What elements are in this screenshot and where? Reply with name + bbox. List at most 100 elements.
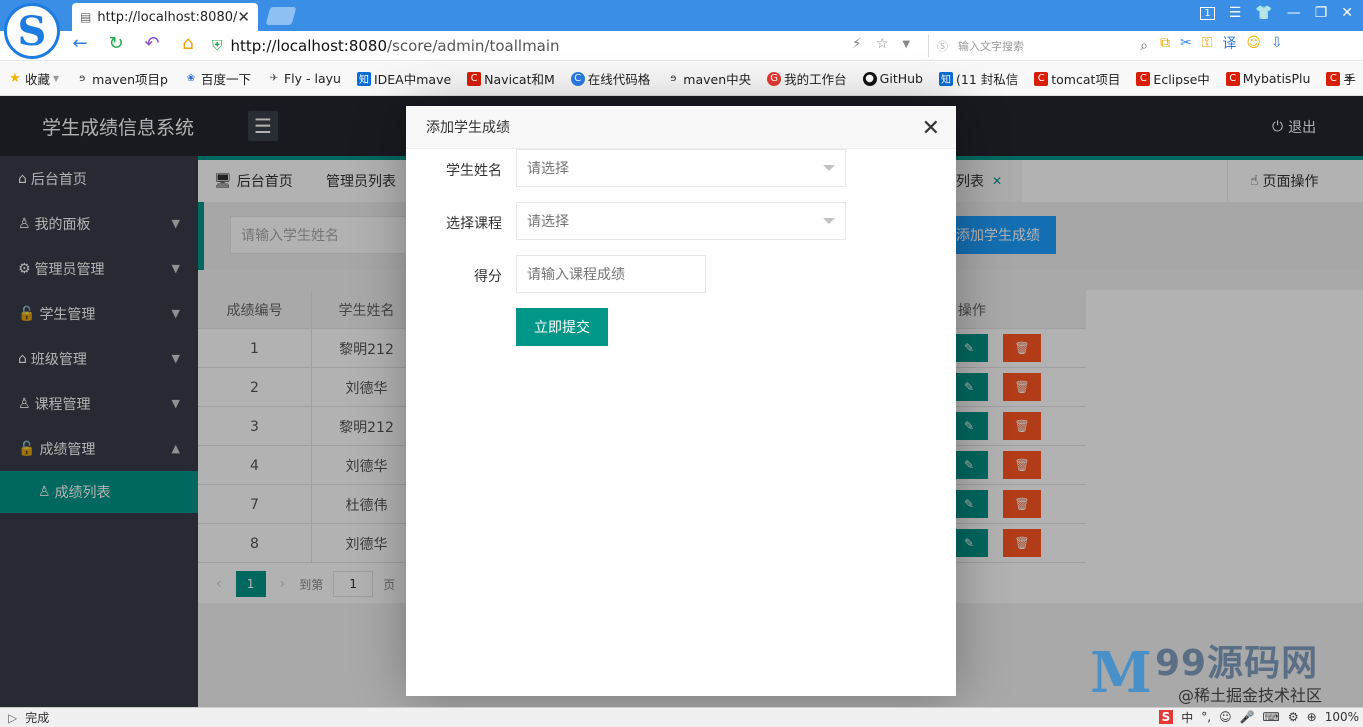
bookmark-label: Fly - layu (283, 71, 341, 86)
bookmark-label: (11 封私信 (955, 72, 1019, 87)
browser-search-placeholder: 输入文字搜索 (958, 40, 1024, 53)
watermark-sub: @稀土掘金技术社区 (1178, 686, 1323, 705)
bookmark-item[interactable]: ɘ maven项目p (75, 69, 168, 88)
back-icon[interactable]: ← (66, 33, 94, 54)
student-select-value: 请选择 (527, 161, 569, 177)
bookmark-label: 在线代码格 (587, 72, 651, 87)
zoom-icon[interactable]: ⊕ (1307, 710, 1317, 724)
bookmark-label: 百度一下 (200, 72, 251, 87)
ime-mode-icon[interactable]: 中 (1181, 709, 1193, 726)
chevron-down-icon (823, 165, 835, 171)
student-select[interactable]: 请选择 (516, 149, 846, 187)
browser-search-field[interactable]: Ⓢ 输入文字搜索 ⌕ (928, 35, 1148, 57)
bookmark-item[interactable]: ɘ maven中央 (666, 69, 751, 88)
play-icon: ▷ (8, 710, 18, 725)
browser-tab-title: http://localhost:8080/s (97, 9, 238, 25)
close-tab-icon[interactable]: ✕ (237, 8, 250, 26)
lightning-icon[interactable]: ⚡ (852, 36, 862, 52)
zhihu-icon: 知 (938, 71, 953, 86)
score-placeholder: 请输入课程成绩 (527, 267, 625, 283)
menu-icon[interactable]: ☰ (1229, 5, 1242, 21)
bookmark-item[interactable]: Ctomcat项目 (1034, 69, 1120, 88)
extension-icon[interactable]: ⧉ (1160, 35, 1170, 51)
dropdown-icon[interactable]: ▼ (902, 39, 910, 50)
c-icon: C (570, 71, 585, 86)
bookmark-label: 我的工作台 (784, 72, 847, 87)
csdn-icon: C (1034, 71, 1049, 86)
course-select[interactable]: 请选择 (516, 202, 846, 240)
url-actions: ⚡ ☆ ▼ (852, 36, 910, 52)
bookmarks-bar: ★ 收藏 ▼ ɘ maven项目p ❀ 百度一下 ✈ Fly - layu 知 IDEA中m… (0, 62, 1363, 96)
close-window-icon[interactable]: ✕ (1341, 5, 1353, 21)
score-input[interactable]: 请输入课程成绩 (516, 255, 706, 293)
bookmark-item[interactable]: C 在线代码格 (570, 69, 651, 88)
csdn-icon: C (467, 71, 482, 86)
bookmark-item[interactable]: ★ 收藏 ▼ (8, 69, 59, 88)
key-icon[interactable]: ⚿ (1202, 35, 1213, 51)
bookmark-label: 收藏 (25, 72, 51, 87)
bookmark-item[interactable]: C Navicat和M (467, 69, 555, 88)
minimize-icon[interactable]: — (1287, 5, 1301, 21)
bookmark-label: Navicat和M (484, 72, 555, 87)
more-bookmarks-icon[interactable]: » (1345, 71, 1353, 86)
score-label: 得分 (474, 269, 502, 285)
watermark-brand: 99源码网 (1155, 643, 1319, 684)
csdn-icon: C (1225, 71, 1240, 86)
watermark: M 99源码网 @稀土掘金技术社区 (1090, 630, 1363, 707)
punctuation-icon[interactable]: °, (1201, 710, 1211, 724)
bookmark-item[interactable]: ✈ Fly - layu (267, 71, 341, 86)
ime-icon[interactable]: S (1158, 710, 1174, 724)
emoji-icon[interactable]: ☺ (1219, 710, 1232, 724)
bookmark-label: Eclipse中 (1153, 72, 1210, 87)
url-field[interactable]: ⛨ http://localhost:8080 /score/admin/toa… (212, 34, 922, 58)
chevron-down-icon (823, 218, 835, 224)
maximize-icon[interactable]: ❐ (1315, 5, 1328, 21)
course-label: 选择课程 (446, 216, 502, 232)
window-controls: 1 ☰ 👕 — ❐ ✕ (1200, 5, 1353, 21)
refresh-icon[interactable]: ↻ (102, 33, 130, 54)
window-count-badge[interactable]: 1 (1200, 6, 1215, 20)
scissors-icon[interactable]: ✂ (1180, 35, 1192, 51)
url-host: http://localhost:8080 (230, 37, 388, 55)
smile-icon[interactable]: ☺ (1246, 35, 1261, 51)
browser-logo-icon: S (4, 3, 60, 59)
keyboard-icon[interactable]: ⌨ (1263, 710, 1280, 724)
bookmark-star-icon[interactable]: ☆ (876, 36, 889, 52)
watermark-logo-icon: M (1090, 640, 1152, 706)
bookmark-item[interactable]: 知 (11 封私信 (938, 69, 1019, 88)
search-icon[interactable]: ⌕ (1140, 38, 1148, 54)
bookmark-label: maven项目p (92, 72, 168, 87)
close-icon[interactable]: ✕ (922, 116, 940, 141)
page-icon: ▤ (80, 10, 92, 24)
bookmark-item[interactable]: C Eclipse中 (1136, 69, 1210, 88)
dialog-header: 添加学生成绩 (406, 106, 956, 149)
undo-icon[interactable]: ↶ (138, 33, 166, 54)
github-icon: ● (862, 71, 877, 86)
maven-icon: ɘ (79, 73, 86, 84)
dialog-title: 添加学生成绩 (426, 120, 510, 136)
bookmark-item[interactable]: ❀ 百度一下 (184, 69, 251, 88)
csdn-icon: C (1136, 71, 1151, 86)
skin-icon[interactable]: 👕 (1255, 5, 1272, 21)
home-browser-icon[interactable]: ⌂ (174, 33, 202, 54)
new-tab-button[interactable] (265, 7, 297, 25)
browser-tab[interactable]: ▤ http://localhost:8080/s ✕ (72, 3, 258, 31)
status-text: 完成 (25, 711, 50, 725)
bookmark-label: GitHub (879, 71, 923, 86)
url-path: /score/admin/toallmain (387, 37, 560, 55)
bookmark-item[interactable]: C MybatisPlu (1225, 71, 1310, 86)
add-score-dialog: 添加学生成绩 ✕ 学生姓名 请选择 选择课程 请选择 得分 请输入课程成绩 立即… (406, 106, 956, 696)
search-engine-icon: Ⓢ (937, 40, 948, 53)
settings-icon[interactable]: ⚙ (1288, 710, 1299, 724)
bookmark-item[interactable]: ● GitHub (862, 71, 923, 86)
submit-button[interactable]: 立即提交 (516, 308, 608, 346)
bookmark-item[interactable]: 知 IDEA中mave (356, 69, 451, 88)
secure-icon: ⛨ (212, 38, 223, 54)
nav-buttons: ← ↻ ↶ ⌂ (66, 33, 202, 54)
translate-icon[interactable]: 译 (1222, 33, 1236, 53)
zoom-level[interactable]: 100% (1325, 710, 1359, 724)
mic-icon[interactable]: 🎤 (1240, 710, 1255, 724)
bookmark-item[interactable]: G 我的工作台 (767, 69, 847, 88)
bookmark-label: maven中央 (683, 72, 752, 87)
download-icon[interactable]: ⇩ (1271, 35, 1283, 51)
